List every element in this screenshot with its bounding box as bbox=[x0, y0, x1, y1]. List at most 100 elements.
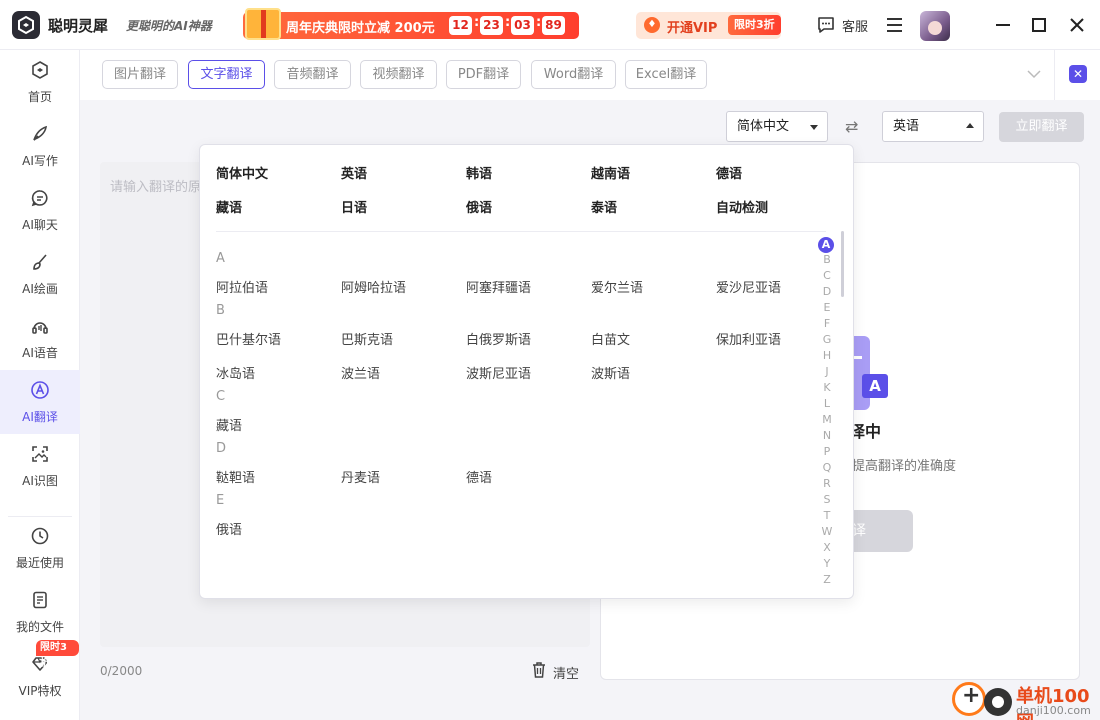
language-option[interactable]: 鞑靼语 bbox=[216, 467, 255, 486]
alphabet-index-letter[interactable]: Y bbox=[818, 557, 836, 570]
app-name: 聪明灵犀 bbox=[48, 17, 109, 35]
language-option[interactable]: 阿塞拜疆语 bbox=[466, 277, 531, 296]
language-option[interactable]: 俄语 bbox=[216, 519, 242, 538]
promo-banner[interactable]: 周年庆典限时立减 200元 12 : 23 : 03 : 89 bbox=[243, 8, 579, 40]
target-language-select[interactable]: 英语 bbox=[882, 111, 984, 142]
alphabet-index-letter[interactable]: K bbox=[818, 381, 836, 394]
alphabet-index-letter[interactable]: B bbox=[818, 253, 836, 266]
customer-service-icon[interactable] bbox=[816, 15, 836, 35]
collapse-panel-button[interactable]: ✕ bbox=[1054, 50, 1100, 100]
file-icon bbox=[33, 591, 47, 609]
alphabet-index-letter[interactable]: P bbox=[818, 445, 836, 458]
tab-text-translate[interactable]: 文字翻译 bbox=[188, 60, 265, 89]
tab-audio-translate[interactable]: 音频翻译 bbox=[274, 60, 351, 89]
alphabet-index-letter[interactable]: H bbox=[818, 349, 836, 362]
common-language-option[interactable]: 自动检测 bbox=[716, 197, 768, 216]
dropdown-scrollbar[interactable] bbox=[841, 231, 844, 297]
alphabet-index-letter[interactable]: E bbox=[818, 301, 836, 314]
language-option[interactable]: 爱尔兰语 bbox=[591, 277, 643, 296]
language-option[interactable]: 波斯尼亚语 bbox=[466, 363, 531, 382]
alphabet-index-letter[interactable]: G bbox=[818, 333, 836, 346]
common-language-option[interactable]: 韩语 bbox=[466, 163, 492, 182]
promo-text: 周年庆典限时立减 200元 bbox=[286, 21, 435, 36]
sidebar: 首页 AI写作 AI聊天 AI绘画 AI语音 AI翻译 AI识图 最近使用 我的… bbox=[0, 50, 80, 720]
alphabet-index-letter[interactable]: L bbox=[818, 397, 836, 410]
sidebar-item-label: 我的文件 bbox=[15, 620, 64, 634]
translate-now-button[interactable]: 立即翻译 bbox=[999, 112, 1084, 142]
common-language-option[interactable]: 日语 bbox=[341, 197, 367, 216]
alphabet-index-letter[interactable]: S bbox=[818, 493, 836, 506]
sidebar-item-recent[interactable]: 最近使用 bbox=[0, 516, 80, 580]
language-option[interactable]: 冰岛语 bbox=[216, 363, 255, 382]
sidebar-item-ai-writing[interactable]: AI写作 bbox=[0, 114, 80, 178]
language-option[interactable]: 保加利亚语 bbox=[716, 329, 781, 348]
language-option[interactable]: 爱沙尼亚语 bbox=[716, 277, 781, 296]
language-option[interactable]: 白苗文 bbox=[591, 329, 630, 348]
letter-group-heading: D bbox=[216, 441, 227, 456]
sidebar-item-home[interactable]: 首页 bbox=[0, 50, 80, 114]
customer-service-label[interactable]: 客服 bbox=[842, 16, 868, 35]
alphabet-index-letter[interactable]: R bbox=[818, 477, 836, 490]
alphabet-index-letter[interactable]: X bbox=[818, 541, 836, 554]
sidebar-item-ai-image-recognition[interactable]: AI识图 bbox=[0, 434, 80, 498]
tab-video-translate[interactable]: 视频翻译 bbox=[360, 60, 437, 89]
trash-icon[interactable] bbox=[530, 661, 548, 679]
common-language-option[interactable]: 德语 bbox=[716, 163, 742, 182]
minimize-icon[interactable] bbox=[992, 14, 1014, 36]
common-language-option[interactable]: 英语 bbox=[341, 163, 367, 182]
language-option[interactable]: 波兰语 bbox=[341, 363, 380, 382]
sidebar-item-ai-painting[interactable]: AI绘画 bbox=[0, 242, 80, 306]
swap-languages-icon[interactable]: ⇄ bbox=[845, 117, 858, 136]
chevron-down-icon[interactable] bbox=[1026, 68, 1042, 80]
sidebar-item-ai-voice[interactable]: AI语音 bbox=[0, 306, 80, 370]
close-icon[interactable] bbox=[1066, 14, 1088, 36]
sidebar-item-ai-translate[interactable]: AI翻译 bbox=[0, 370, 80, 434]
timer-seconds: 03 bbox=[511, 16, 534, 35]
alphabet-index-letter[interactable]: A bbox=[818, 237, 834, 253]
alphabet-index-letter[interactable]: T bbox=[818, 509, 836, 522]
gift-icon bbox=[245, 8, 281, 40]
letter-group-heading: A bbox=[216, 251, 225, 266]
tab-word-translate[interactable]: Word翻译 bbox=[531, 60, 616, 89]
maximize-icon[interactable] bbox=[1028, 14, 1050, 36]
dropdown-divider bbox=[216, 231, 826, 232]
language-option[interactable]: 德语 bbox=[466, 467, 492, 486]
language-option[interactable]: 阿拉伯语 bbox=[216, 277, 268, 296]
alphabet-index-letter[interactable]: F bbox=[818, 317, 836, 330]
alphabet-index-letter[interactable]: Q bbox=[818, 461, 836, 474]
tab-excel-translate[interactable]: Excel翻译 bbox=[625, 60, 707, 89]
language-option[interactable]: 巴什基尔语 bbox=[216, 329, 281, 348]
alphabet-index-letter[interactable]: M bbox=[818, 413, 836, 426]
open-vip-button[interactable]: ♦ 开通VIP 限时3折 bbox=[636, 12, 781, 39]
tab-pdf-translate[interactable]: PDF翻译 bbox=[446, 60, 521, 89]
tab-image-translate[interactable]: 图片翻译 bbox=[102, 60, 178, 89]
common-language-option[interactable]: 简体中文 bbox=[216, 163, 268, 182]
source-language-select[interactable]: 简体中文 bbox=[726, 111, 828, 142]
brush-icon bbox=[33, 254, 47, 270]
alphabet-index-letter[interactable]: D bbox=[818, 285, 836, 298]
common-language-option[interactable]: 俄语 bbox=[466, 197, 492, 216]
language-option[interactable]: 波斯语 bbox=[591, 363, 630, 382]
sidebar-item-ai-chat[interactable]: AI聊天 bbox=[0, 178, 80, 242]
common-language-option[interactable]: 越南语 bbox=[591, 163, 630, 182]
sidebar-item-label: AI识图 bbox=[22, 474, 58, 488]
sidebar-item-my-files[interactable]: 我的文件 bbox=[0, 580, 80, 644]
language-option[interactable]: 巴斯克语 bbox=[341, 329, 393, 348]
alphabet-index-letter[interactable]: W bbox=[818, 525, 836, 538]
timer-hours: 12 bbox=[449, 16, 472, 35]
language-option[interactable]: 白俄罗斯语 bbox=[466, 329, 531, 348]
menu-icon[interactable] bbox=[887, 18, 902, 32]
sidebar-item-label: 最近使用 bbox=[15, 556, 64, 570]
alphabet-index-letter[interactable]: C bbox=[818, 269, 836, 282]
alphabet-index-letter[interactable]: N bbox=[818, 429, 836, 442]
language-option[interactable]: 阿姆哈拉语 bbox=[341, 277, 406, 296]
alphabet-index-letter[interactable]: Z bbox=[818, 573, 836, 586]
language-option[interactable]: 丹麦语 bbox=[341, 467, 380, 486]
language-option[interactable]: 藏语 bbox=[216, 415, 242, 434]
user-avatar[interactable] bbox=[920, 11, 950, 41]
vip-discount-badge: 限时3折 bbox=[36, 640, 79, 669]
clear-button[interactable]: 清空 bbox=[553, 663, 579, 682]
common-language-option[interactable]: 藏语 bbox=[216, 197, 242, 216]
alphabet-index-letter[interactable]: J bbox=[818, 365, 836, 378]
common-language-option[interactable]: 泰语 bbox=[591, 197, 617, 216]
